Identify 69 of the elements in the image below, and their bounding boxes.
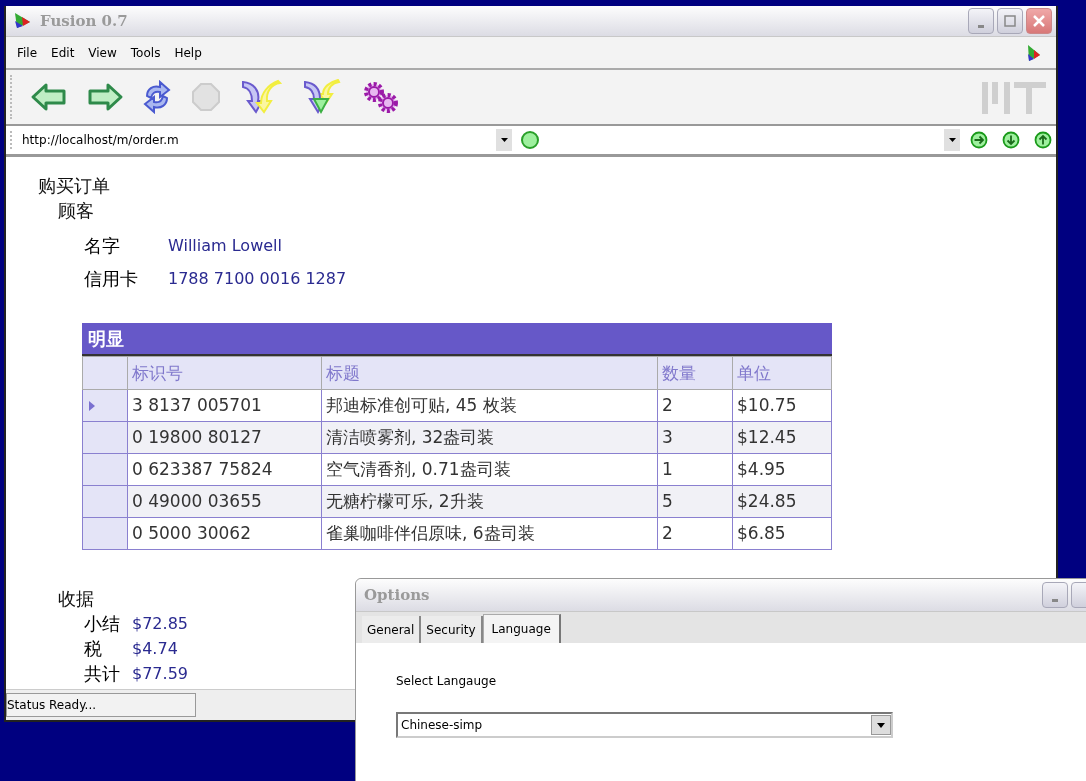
table-cell: 空气清香剂, 0.71盎司装 (321, 453, 658, 486)
dropdown-icon[interactable] (871, 715, 891, 735)
row-selector[interactable] (82, 389, 128, 422)
table-cell: 3 (657, 421, 733, 454)
menu-item[interactable]: Tools (125, 43, 170, 62)
menu-item[interactable]: View (83, 43, 126, 62)
status-circle-icon (520, 130, 540, 150)
table-cell: 2 (657, 389, 733, 422)
tab[interactable]: Security (421, 616, 483, 643)
dropdown-icon[interactable] (496, 129, 512, 151)
table-cell: 无糖柠檬可乐, 2升装 (321, 485, 658, 518)
field-value: $4.74 (132, 638, 179, 660)
row-selector[interactable] (82, 517, 128, 550)
table-cell: $10.75 (732, 389, 832, 422)
minimize-button[interactable] (1042, 582, 1068, 608)
row-selector[interactable] (82, 453, 128, 486)
table-cell: 0 5000 30062 (127, 517, 322, 550)
tab[interactable]: General (362, 616, 422, 643)
field-value: $77.59 (132, 663, 188, 685)
table-cell: 5 (657, 485, 733, 518)
dropdown-icon[interactable] (944, 129, 960, 151)
logo-icon (982, 80, 1046, 114)
row-selector[interactable] (82, 485, 128, 518)
field-label: 信用卡 (84, 267, 138, 291)
table-cell: 邦迪标准创可贴, 45 枚装 (321, 389, 658, 422)
field-value: William Lowell (168, 235, 283, 257)
table-cell: $12.45 (732, 421, 832, 454)
field-value: $72.85 (132, 613, 188, 635)
table-title: 明显 (82, 323, 832, 356)
field-value: 1788 7100 0016 1287 (168, 268, 347, 290)
row-header (82, 356, 128, 390)
minimize-icon (1052, 598, 1058, 602)
table-cell: 3 8137 005701 (127, 389, 322, 422)
field-label: 小结 (84, 612, 120, 636)
tab[interactable]: Language (482, 614, 561, 643)
table-cell: $4.95 (732, 453, 832, 486)
language-select[interactable]: Chinese-simp (396, 712, 893, 738)
table-cell: 1 (657, 453, 733, 486)
close-icon (1032, 14, 1046, 28)
maximize-icon (1004, 15, 1016, 27)
row-selector[interactable] (82, 421, 128, 454)
table-cell: $6.85 (732, 517, 832, 550)
current-row-icon (89, 400, 95, 411)
field-label: Select Langauge (396, 674, 498, 688)
document-title: 购买订单 (38, 174, 110, 198)
minimize-icon (978, 24, 984, 28)
table-cell: $24.85 (732, 485, 832, 518)
table-cell: 0 19800 80127 (127, 421, 322, 454)
table-cell: 2 (657, 517, 733, 550)
color-triangle-icon (12, 11, 32, 31)
dialog-title: Options (364, 586, 430, 604)
section-heading: 收据 (58, 587, 94, 611)
status-text: Status Ready... (6, 693, 196, 717)
table-cell: 雀巢咖啡伴侣原味, 6盎司装 (321, 517, 658, 550)
menu-item[interactable]: File (12, 43, 47, 62)
table-cell: 清洁喷雾剂, 32盎司装 (321, 421, 658, 454)
field-label: 税 (84, 637, 103, 661)
section-heading: 顾客 (58, 199, 94, 223)
menu-item[interactable]: Help (169, 43, 211, 62)
field-label: 共计 (84, 662, 120, 686)
menu-item[interactable]: Edit (46, 43, 84, 62)
minimize-button[interactable] (968, 8, 994, 34)
maximize-button[interactable] (997, 8, 1023, 34)
table-cell: 0 623387 75824 (127, 453, 322, 486)
table-cell: 0 49000 03655 (127, 485, 322, 518)
field-label: 名字 (84, 234, 121, 258)
window-title: Fusion 0.7 (40, 12, 128, 30)
address-field[interactable]: http://localhost/m/order.m (22, 129, 512, 151)
close-button[interactable] (1026, 8, 1052, 34)
